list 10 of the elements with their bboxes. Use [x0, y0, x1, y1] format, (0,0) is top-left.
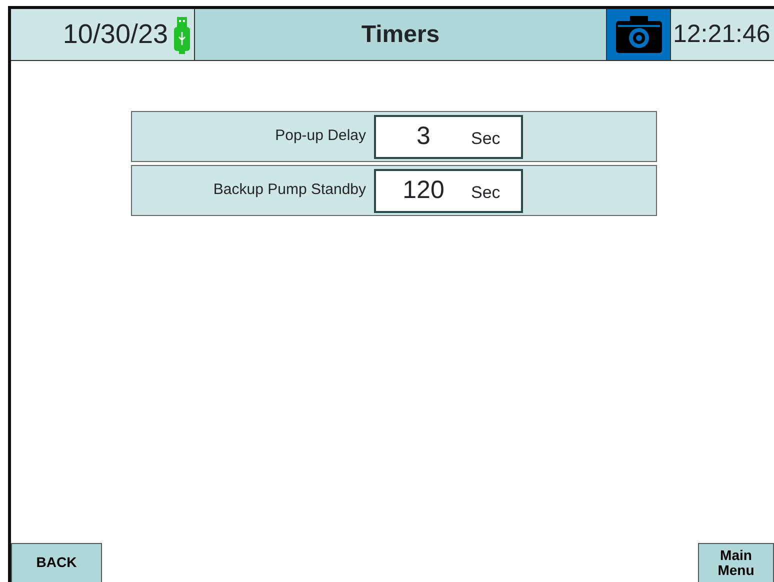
- camera-icon[interactable]: [614, 16, 664, 54]
- main-menu-button[interactable]: Main Menu: [698, 543, 774, 582]
- clock-text: 12:21:46: [673, 18, 770, 50]
- timer-label: Pop-up Delay: [274, 126, 367, 146]
- date-text: 10/30/23: [62, 18, 168, 52]
- screen-title: Timers: [361, 20, 440, 50]
- timer-label: Backup Pump Standby: [212, 180, 367, 200]
- timer-value-field[interactable]: 120 Sec: [374, 168, 523, 212]
- timer-value-field[interactable]: 3 Sec: [374, 114, 523, 158]
- back-button[interactable]: BACK: [11, 543, 102, 582]
